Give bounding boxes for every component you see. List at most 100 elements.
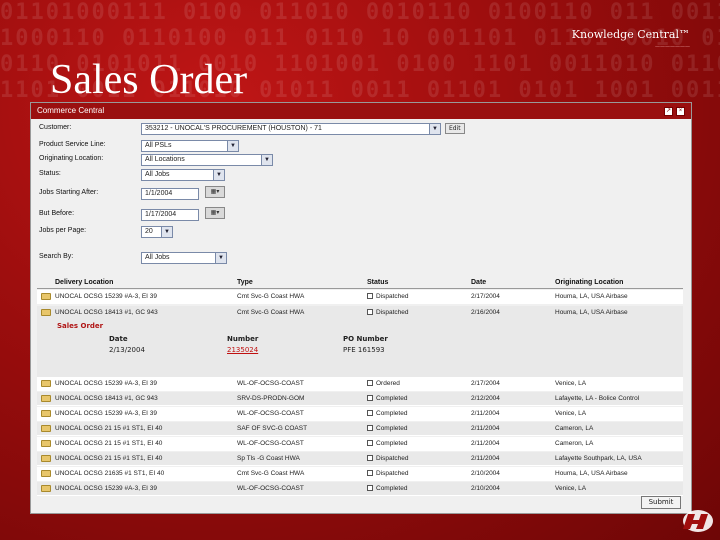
jobs-starting-after-row: Jobs Starting After: 1/1/2004 ▦▾ [39,186,679,201]
chevron-down-icon[interactable]: ▼ [429,124,440,134]
cell-status: Ordered [367,380,400,387]
folder-icon[interactable] [41,309,51,316]
close-icon[interactable]: × [676,107,685,116]
calendar-icon[interactable]: ▦▾ [205,207,225,219]
chevron-down-icon[interactable]: ▼ [161,227,172,237]
submit-button[interactable]: Submit [641,496,681,509]
originating-location-value: All Locations [145,156,185,163]
cell-delivery-location: UNOCAL OCSG 21 15 #1 ST1, EI 40 [55,440,163,447]
cell-delivery-location: UNOCAL OCSG 15239 #A-3, EI 39 [55,380,158,387]
sales-order-number-link[interactable]: 2135024 [227,346,258,354]
slide-title: Sales Order [50,57,248,103]
but-before-label: But Before: [39,210,75,217]
folder-icon[interactable] [41,410,51,417]
originating-location-select[interactable]: All Locations ▼ [141,154,273,166]
jobs-starting-after-input[interactable]: 1/1/2004 [141,188,199,200]
detail-header-po-number: PO Number [343,335,388,343]
status-icon [367,485,373,491]
table-row[interactable]: UNOCAL OCSG 18413 #1, GC 943 SRV-DS-PROD… [37,392,683,406]
cell-type: WL-OF-OCSG-COAST [237,440,304,447]
edit-customer-button[interactable]: Edit [445,123,465,134]
table-row[interactable]: UNOCAL OCSG 21 15 #1 ST1, EI 40 SAF OF S… [37,422,683,436]
table-row[interactable]: UNOCAL OCSG 21635 #1 ST1, EI 40 Cmt Svc-… [37,467,683,481]
table-row[interactable]: UNOCAL OCSG 21 15 #1 ST1, EI 40 WL-OF-OC… [37,437,683,451]
jobs-per-page-label: Jobs per Page: [39,227,87,234]
status-text: Completed [376,395,408,402]
cell-status: Completed [367,410,407,417]
status-icon [367,410,373,416]
cell-delivery-location: UNOCAL OCSG 15239 #A-3, EI 39 [55,293,158,300]
product-service-line-select[interactable]: All PSLs ▼ [141,140,239,152]
cell-status: Dispatched [367,309,409,316]
cell-date: 2/11/2004 [471,410,500,417]
chevron-down-icon[interactable]: ▼ [215,253,226,263]
window-titlebar: Commerce Central ↗ × [31,103,691,119]
status-select[interactable]: All Jobs ▼ [141,169,225,181]
status-text: Dispatched [376,293,409,300]
column-header-type[interactable]: Type [237,279,253,286]
search-by-row: Search By: All Jobs ▼ [39,252,679,265]
table-row[interactable]: UNOCAL OCSG 18413 #1, GC 943 Cmt Svc-G C… [37,306,683,320]
customer-select[interactable]: 353212 - UNOCAL'S PROCUREMENT (HOUSTON) … [141,123,441,135]
cell-originating-location: Cameron, LA [555,425,594,432]
cell-originating-location: Venice, LA [555,485,587,492]
chevron-down-icon[interactable]: ▼ [227,141,238,151]
chevron-down-icon[interactable]: ▼ [213,170,224,180]
status-text: Completed [376,485,408,492]
but-before-input[interactable]: 1/17/2004 [141,209,199,221]
cell-type: Sp Tls -G Coast HWA [237,455,300,462]
status-icon [367,395,373,401]
folder-icon[interactable] [41,293,51,300]
column-header-date[interactable]: Date [471,279,486,286]
export-icon[interactable]: ↗ [664,107,673,116]
commerce-central-window: Commerce Central ↗ × Customer: 353212 - … [30,102,692,514]
jobs-per-page-row: Jobs per Page: 20 ▼ [39,226,679,239]
column-header-delivery-location[interactable]: Delivery Location [55,279,113,286]
folder-icon[interactable] [41,485,51,492]
company-logo [683,510,713,532]
table-row[interactable]: UNOCAL OCSG 15239 #A-3, EI 39 WL-OF-OCSG… [37,482,683,496]
cell-originating-location: Houma, LA, USA Airbase [555,470,628,477]
folder-icon[interactable] [41,440,51,447]
jobs-per-page-select[interactable]: 20 ▼ [141,226,173,238]
cell-date: 2/12/2004 [471,395,500,402]
cell-originating-location: Houma, LA, USA Airbase [555,309,628,316]
cell-date: 2/16/2004 [471,309,500,316]
folder-icon[interactable] [41,455,51,462]
customer-value: 353212 - UNOCAL'S PROCUREMENT (HOUSTON) … [145,125,322,132]
cell-date: 2/17/2004 [471,380,500,387]
folder-icon[interactable] [41,395,51,402]
product-service-line-row: Product Service Line: All PSLs ▼ [39,140,679,153]
cell-delivery-location: UNOCAL OCSG 21 15 #1 ST1, EI 40 [55,425,163,432]
status-icon [367,380,373,386]
folder-icon[interactable] [41,425,51,432]
status-icon [367,470,373,476]
cell-type: WL-OF-OCSG-COAST [237,380,304,387]
chevron-down-icon[interactable]: ▼ [261,155,272,165]
cell-date: 2/11/2004 [471,455,500,462]
status-icon [367,293,373,299]
table-row[interactable]: UNOCAL OCSG 15239 #A-3, EI 39 Cmt Svc-G … [37,290,683,304]
table-row[interactable]: UNOCAL OCSG 15239 #A-3, EI 39 WL-OF-OCSG… [37,377,683,391]
column-header-status[interactable]: Status [367,279,388,286]
table-row[interactable]: UNOCAL OCSG 21 15 #1 ST1, EI 40 Sp Tls -… [37,452,683,466]
calendar-icon[interactable]: ▦▾ [205,186,225,198]
cell-type: Cmt Svc-G Coast HWA [237,470,305,477]
column-header-originating-location[interactable]: Originating Location [555,279,623,286]
sales-order-detail: Sales Order Date Number PO Number 2/13/2… [37,319,683,377]
search-by-select[interactable]: All Jobs ▼ [141,252,227,264]
folder-icon[interactable] [41,380,51,387]
customer-row: Customer: 353212 - UNOCAL'S PROCUREMENT … [39,123,679,136]
cell-status: Completed [367,440,407,447]
detail-date: 2/13/2004 [109,346,145,354]
cell-delivery-location: UNOCAL OCSG 15239 #A-3, EI 39 [55,410,158,417]
table-row[interactable]: UNOCAL OCSG 15239 #A-3, EI 39 WL-OF-OCSG… [37,407,683,421]
brand-tagline: ——————— [655,44,690,50]
detail-header-number: Number [227,335,259,343]
status-icon [367,309,373,315]
cell-delivery-location: UNOCAL OCSG 15239 #A-3, EI 39 [55,485,158,492]
folder-icon[interactable] [41,470,51,477]
cell-originating-location: Lafayette Southpark, LA, USA [555,455,642,462]
cell-delivery-location: UNOCAL OCSG 21 15 #1 ST1, EI 40 [55,455,163,462]
cell-type: Cmt Svc-G Coast HWA [237,309,305,316]
